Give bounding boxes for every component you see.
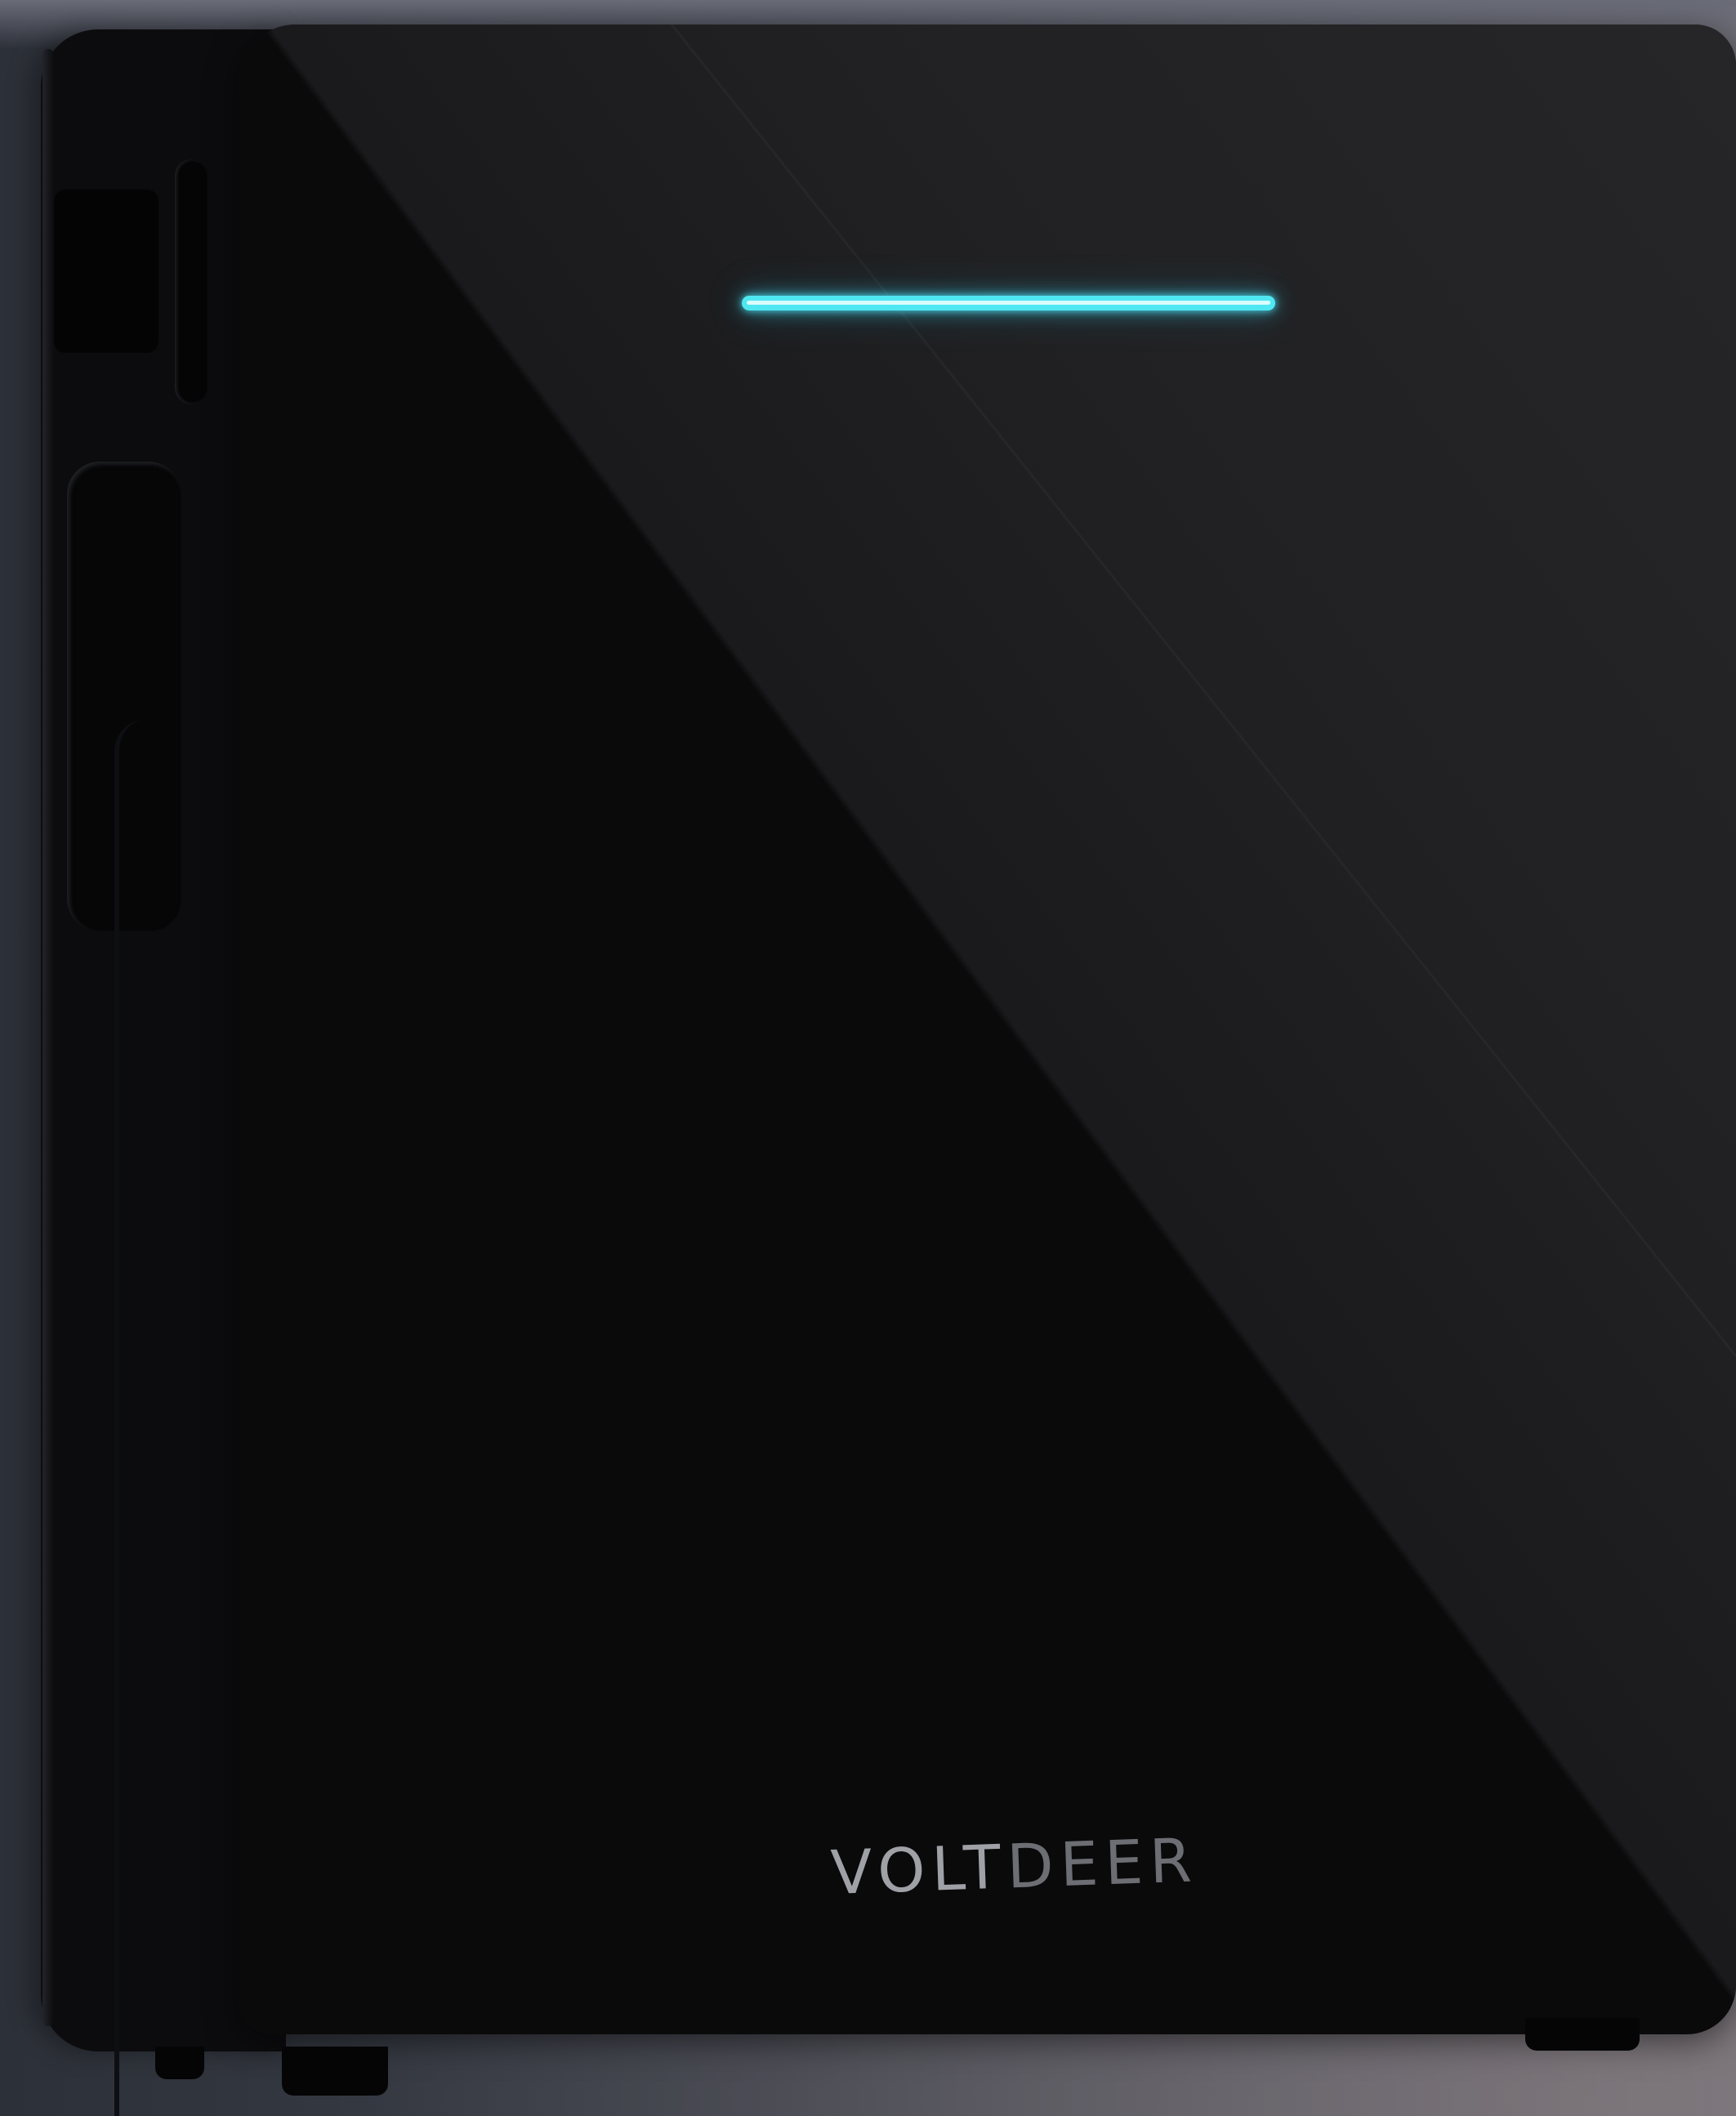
device-side-edge (42, 49, 54, 2026)
brand-logo-part1: VOLT (829, 1832, 1009, 1908)
charging-cable (114, 719, 152, 2116)
brand-logo-part2: DEER (1006, 1825, 1199, 1903)
side-vent-slot (175, 159, 208, 404)
side-port (54, 190, 158, 353)
reflection-edge-line (670, 25, 1736, 1357)
status-led-core (747, 301, 1270, 305)
device-foot-left-small (155, 2047, 204, 2079)
device-foot-left (282, 2047, 388, 2096)
brand-logo: VOLTDEER (829, 1824, 1207, 1910)
status-led-strip (742, 296, 1275, 310)
device-front-panel: VOLTDEER (239, 25, 1736, 2034)
device-foot-right (1525, 2018, 1640, 2051)
